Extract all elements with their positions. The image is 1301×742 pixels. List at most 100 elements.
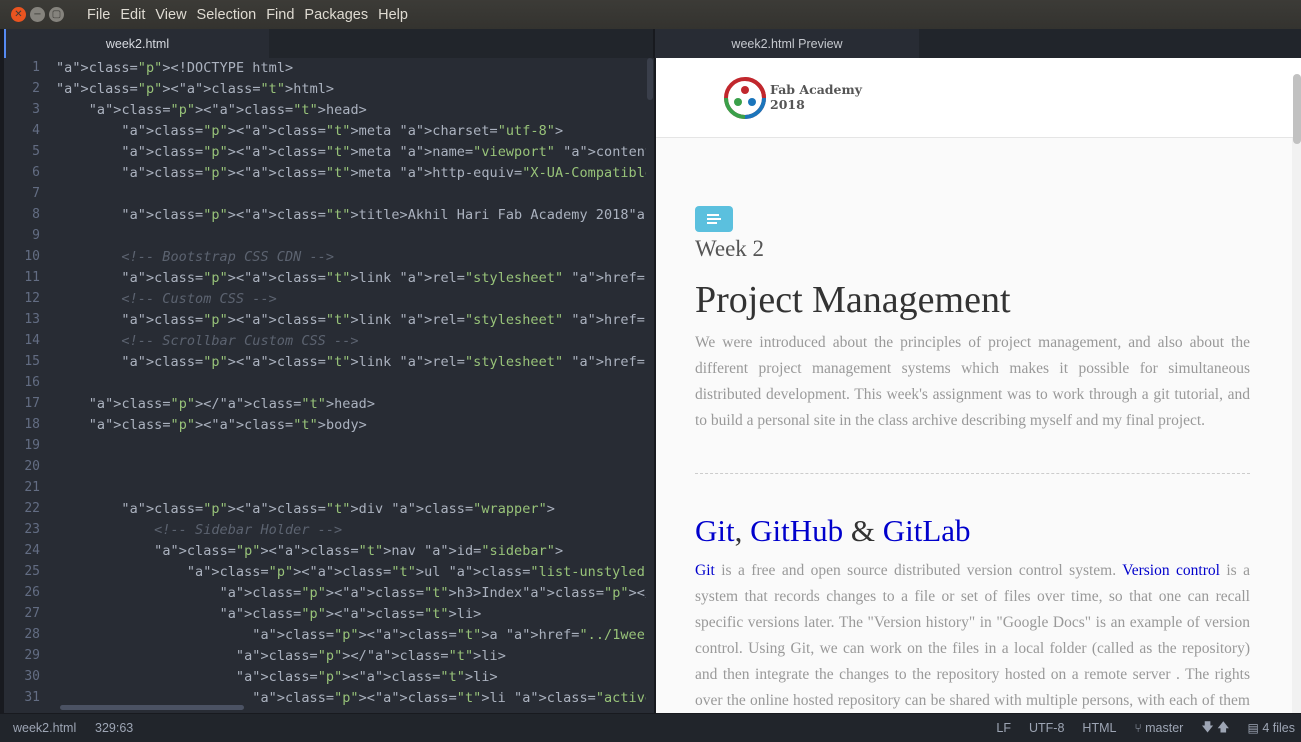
- sidebar-toggle-button[interactable]: [695, 206, 733, 232]
- code-line[interactable]: <!-- Custom CSS -->: [56, 291, 277, 307]
- line-number: 24: [24, 543, 40, 558]
- line-number: 26: [24, 585, 40, 600]
- git-text-1: is a free and open source distributed ve…: [714, 562, 1123, 579]
- git-branch-icon: ⑂: [1134, 721, 1142, 735]
- menu-help[interactable]: Help: [374, 7, 412, 23]
- code-line[interactable]: "a">class="p"><"a">class="t">meta "a">ch…: [56, 123, 563, 139]
- status-branch-name: master: [1145, 721, 1184, 735]
- status-branch[interactable]: ⑂ master: [1134, 721, 1183, 735]
- tab-week2-html[interactable]: week2.html: [4, 29, 269, 58]
- logo-text: Fab Academy 2018: [770, 82, 862, 112]
- status-line-ending[interactable]: LF: [996, 721, 1011, 735]
- menu-packages[interactable]: Packages: [300, 7, 372, 23]
- editor-horizontal-scrollbar[interactable]: [60, 705, 244, 710]
- status-cursor-position[interactable]: 329:63: [95, 721, 133, 735]
- line-number: 22: [24, 501, 40, 516]
- file-icon: ▤: [1247, 721, 1259, 735]
- line-number: 8: [32, 207, 40, 222]
- line-number: 21: [24, 480, 40, 495]
- line-number: 2: [32, 81, 40, 96]
- line-number: 31: [24, 690, 40, 705]
- code-line[interactable]: <!-- Scrollbar Custom CSS -->: [56, 333, 359, 349]
- menu-file[interactable]: File: [83, 7, 114, 23]
- menu-find[interactable]: Find: [262, 7, 298, 23]
- code-line[interactable]: "a">class="p"></"a">class="t">head>: [56, 396, 375, 412]
- code-area[interactable]: "a">class="p"><!DOCTYPE html> "a">class="…: [56, 58, 646, 713]
- status-grammar[interactable]: HTML: [1082, 721, 1116, 735]
- status-files[interactable]: ▤ 4 files: [1248, 721, 1295, 735]
- line-number: 25: [24, 564, 40, 579]
- code-line[interactable]: "a">class="p"><"a">class="t">link "a">re…: [56, 270, 646, 286]
- git-paragraph: Git is a free and open source distribute…: [695, 558, 1250, 713]
- code-line[interactable]: "a">class="p"><"a">class="t">meta "a">na…: [56, 144, 646, 160]
- pane-divider: [653, 29, 655, 58]
- code-line[interactable]: "a">class="p"><"a">class="t">head>: [56, 102, 367, 118]
- window-close-button[interactable]: ✕: [11, 7, 26, 22]
- code-line[interactable]: "a">class="p"><"a">class="t">div "a">cla…: [56, 501, 555, 517]
- arrow-up-icon: 🡅: [1217, 719, 1230, 734]
- tab-week2-preview[interactable]: week2.html Preview: [655, 29, 919, 58]
- code-line[interactable]: "a">class="p"><"a">class="t">li "a">clas…: [56, 690, 646, 706]
- code-line[interactable]: "a">class="p"><"a">class="t">h3>Index"a"…: [56, 585, 646, 601]
- code-line[interactable]: "a">class="p"><"a">class="t">title>Akhil…: [56, 207, 646, 223]
- line-number: 19: [24, 438, 40, 453]
- code-line[interactable]: <!-- Bootstrap CSS CDN -->: [56, 249, 334, 265]
- line-number: 29: [24, 648, 40, 663]
- preview-scrollbar[interactable]: [1293, 74, 1301, 144]
- line-number: 11: [24, 270, 40, 285]
- status-files-count: 4 files: [1262, 721, 1295, 735]
- status-fetch[interactable]: 🡇 🡅: [1201, 718, 1229, 739]
- preview-scroll-track: [1292, 58, 1301, 713]
- tab-bar: week2.html week2.html Preview: [0, 29, 1301, 58]
- code-editor[interactable]: 1 2 3 4 5 6 7 8 9 10 11 12 13 14 15 16 17 18 19 20 21 22 23 24 2…: [4, 58, 654, 713]
- line-number: 12: [24, 291, 40, 306]
- code-line[interactable]: "a">class="p"><"a">class="t">meta "a">ht…: [56, 165, 646, 181]
- code-line[interactable]: "a">class="p"><"a">class="t">a "a">href=…: [56, 627, 646, 643]
- line-number: 3: [32, 102, 40, 117]
- editor-vertical-scrollbar[interactable]: [647, 58, 653, 100]
- logo-line1: Fab Academy: [770, 82, 862, 97]
- line-number: 13: [24, 312, 40, 327]
- git-link[interactable]: Git: [695, 562, 715, 579]
- gitlab-heading-link[interactable]: GitLab: [883, 513, 971, 548]
- code-line[interactable]: "a">class="p"><"a">class="t">html>: [56, 81, 334, 97]
- status-encoding[interactable]: UTF-8: [1029, 721, 1064, 735]
- line-number: 28: [24, 627, 40, 642]
- intro-paragraph: We were introduced about the principles …: [695, 334, 1250, 429]
- line-number: 18: [24, 417, 40, 432]
- code-line[interactable]: "a">class="p"><"a">class="t">nav "a">id=…: [56, 543, 563, 559]
- page-title: Project Management: [695, 279, 1011, 321]
- status-bar: week2.html 329:63 LF UTF-8 HTML ⑂ master…: [0, 713, 1301, 742]
- heading-amp: &: [843, 513, 883, 548]
- menu-edit[interactable]: Edit: [116, 7, 149, 23]
- line-number-gutter: 1 2 3 4 5 6 7 8 9 10 11 12 13 14 15 16 17 18 19 20 21 22 23 24 2…: [4, 58, 44, 713]
- line-number: 27: [24, 606, 40, 621]
- code-line[interactable]: "a">class="p"><"a">class="t">link "a">re…: [56, 312, 646, 328]
- window-maximize-button[interactable]: ▢: [49, 7, 64, 22]
- version-control-link[interactable]: Version control: [1122, 562, 1220, 579]
- heading-comma: ,: [734, 513, 751, 548]
- line-number: 23: [24, 522, 40, 537]
- code-line[interactable]: "a">class="p"><"a">class="t">link "a">re…: [56, 354, 646, 370]
- preview-header: Fab Academy 2018: [656, 58, 1301, 138]
- code-line[interactable]: <!-- Sidebar Holder -->: [56, 522, 342, 538]
- code-line[interactable]: "a">class="p"></"a">class="t">li>: [56, 648, 506, 664]
- code-line[interactable]: "a">class="p"><"a">class="t">ul "a">clas…: [56, 564, 646, 580]
- git-heading-link[interactable]: Git: [695, 513, 735, 548]
- menu-view[interactable]: View: [151, 7, 190, 23]
- github-heading-link[interactable]: GitHub: [750, 513, 843, 548]
- code-line[interactable]: "a">class="p"><"a">class="t">li>: [56, 606, 482, 622]
- code-line[interactable]: "a">class="p"><"a">class="t">body>: [56, 417, 367, 433]
- status-file-name[interactable]: week2.html: [13, 721, 76, 735]
- week-label: Week 2: [695, 236, 765, 261]
- line-number: 16: [24, 375, 40, 390]
- line-number: 17: [24, 396, 40, 411]
- line-number: 15: [24, 354, 40, 369]
- code-line[interactable]: "a">class="p"><"a">class="t">li>: [56, 669, 498, 685]
- window-minimize-button[interactable]: −: [30, 7, 45, 22]
- menu-selection[interactable]: Selection: [193, 7, 261, 23]
- line-number: 4: [32, 123, 40, 138]
- html-preview-pane[interactable]: Fab Academy 2018 Week 2 Project Manageme…: [656, 58, 1301, 713]
- line-number: 30: [24, 669, 40, 684]
- code-line[interactable]: "a">class="p"><!DOCTYPE html>: [56, 60, 293, 76]
